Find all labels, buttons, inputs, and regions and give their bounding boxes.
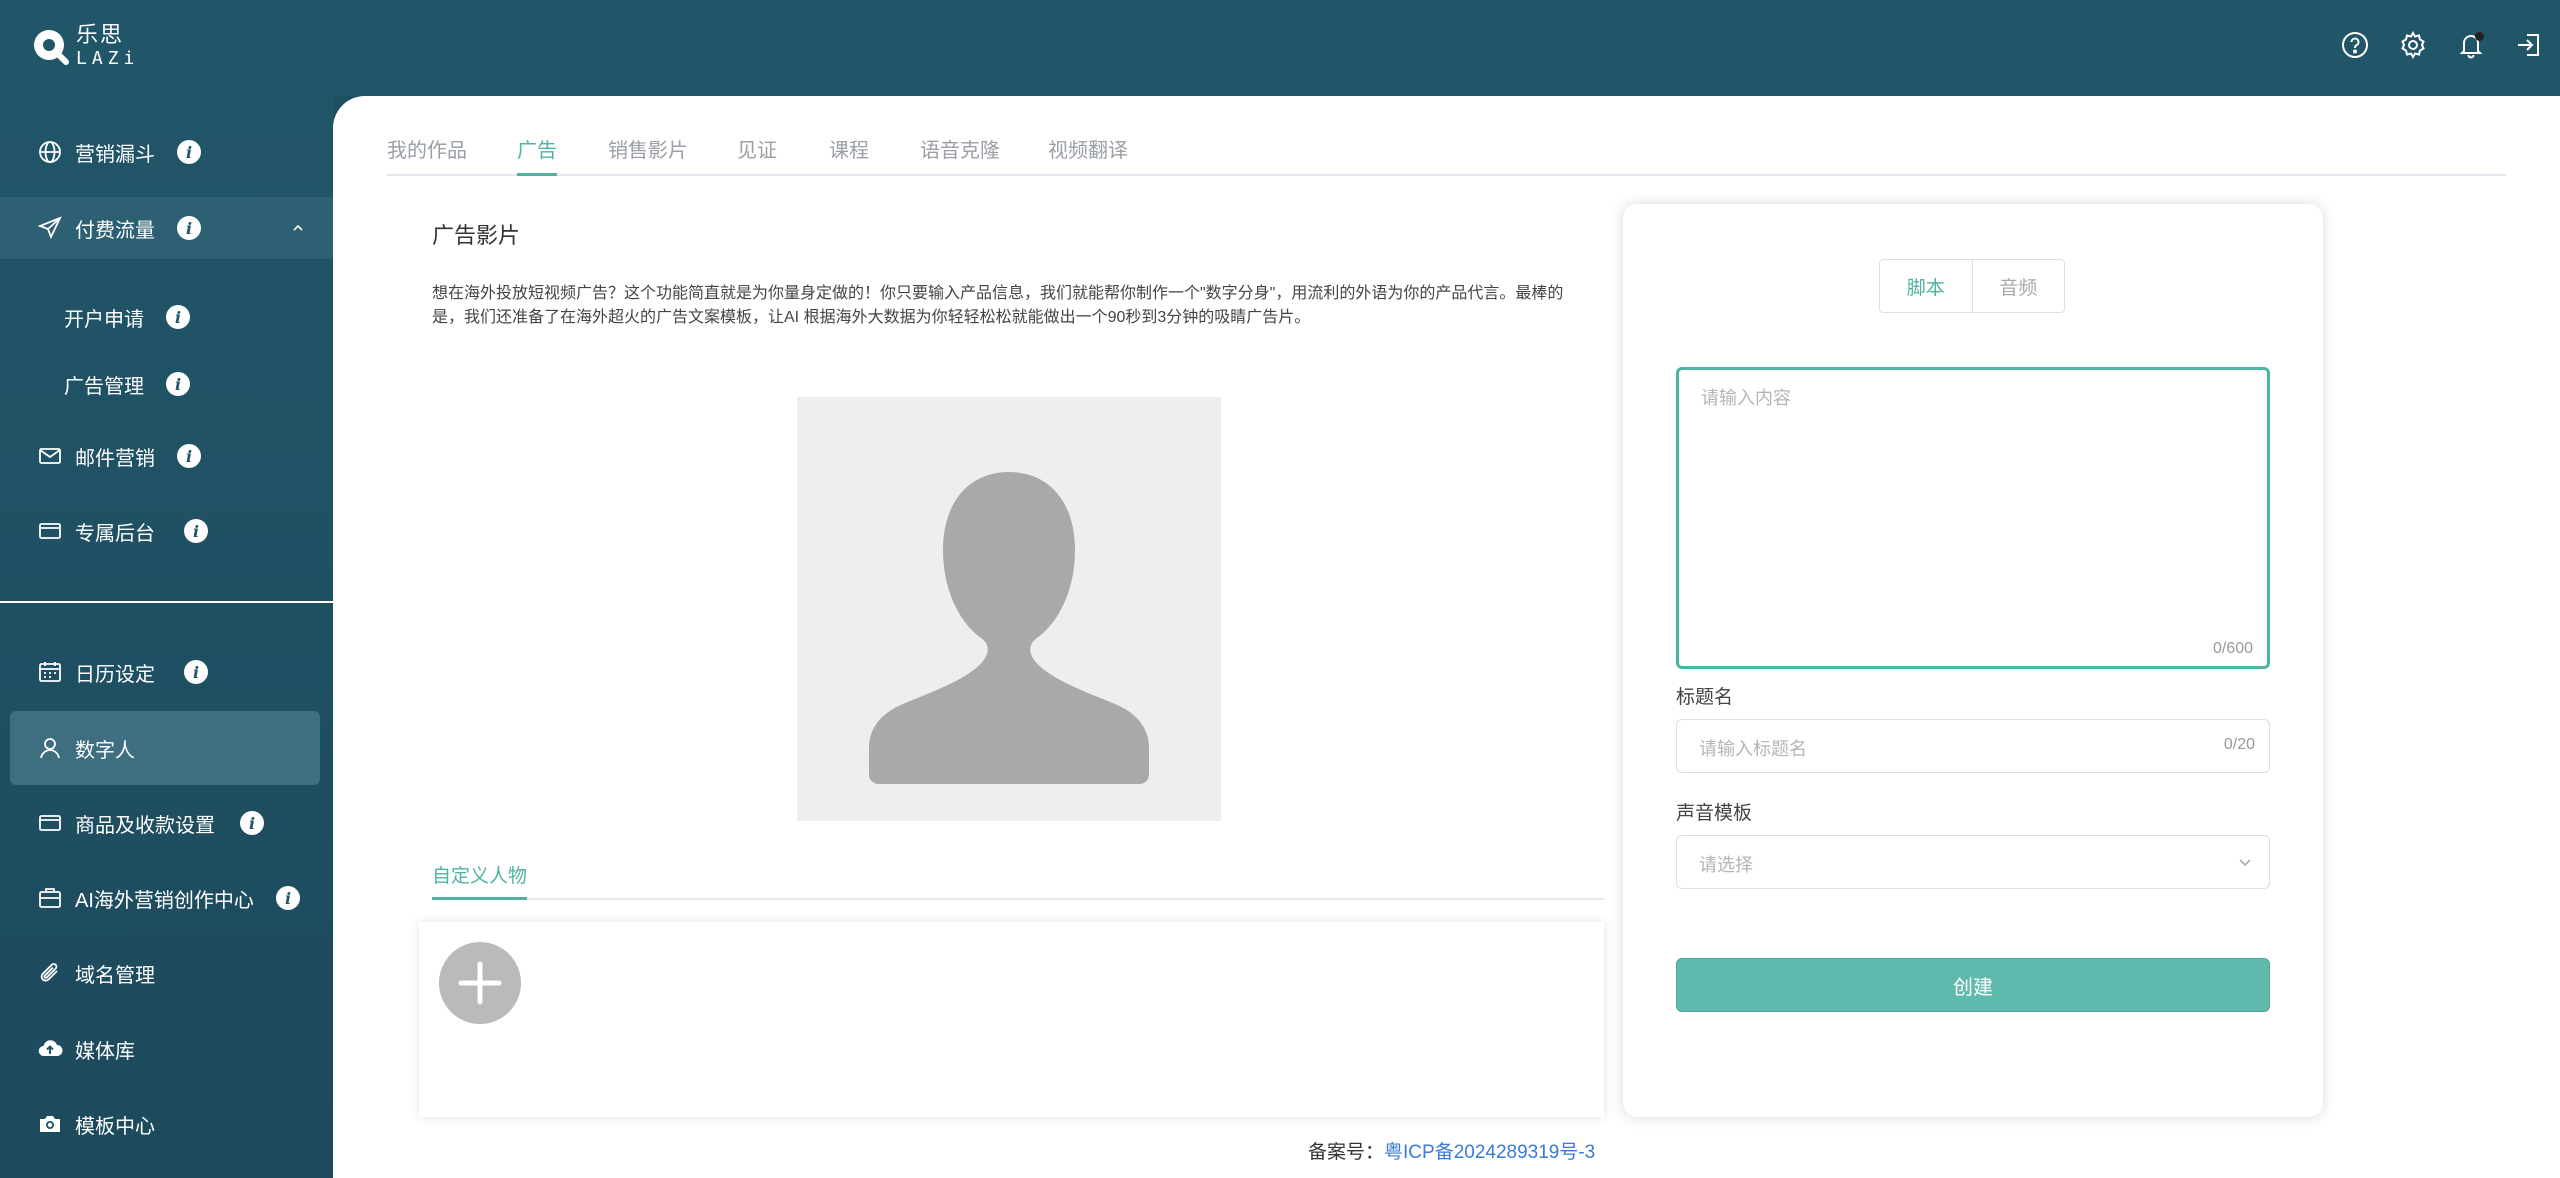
sidebar-item-paid-traffic[interactable]: 付费流量 i [0, 197, 333, 259]
logo-icon [34, 30, 69, 65]
tab-ads[interactable]: 广告 [517, 136, 557, 176]
info-icon[interactable]: i [177, 140, 201, 164]
sidebar-item-domain-management[interactable]: 域名管理 [0, 941, 333, 1005]
person-silhouette-icon [869, 472, 1149, 784]
briefcase-icon [37, 885, 63, 911]
voice-template-select[interactable]: 请选择 [1676, 835, 2270, 889]
sidebar-item-label: 域名管理 [75, 964, 155, 987]
chevron-up-icon[interactable] [288, 218, 308, 238]
logout-icon[interactable] [2512, 28, 2546, 62]
brand-name-cn: 乐思 [76, 22, 125, 47]
user-icon [37, 735, 63, 761]
main-panel: 我的作品 广告 销售影片 见证 课程 语音克隆 视频翻译 广告影片 想在海外投放… [333, 96, 2560, 1178]
sidebar-item-ai-creation-center[interactable]: AI海外营销创作中心 i [0, 866, 333, 930]
sidebar-item-label: 商品及收款设置 [75, 814, 215, 837]
sidebar-item-label: 专属后台 [75, 522, 155, 545]
script-textarea[interactable]: 请输入内容 0/600 [1676, 367, 2270, 669]
info-icon[interactable]: i [166, 305, 190, 329]
section-title: 广告影片 [432, 223, 521, 248]
custom-character-area [419, 922, 1604, 1117]
select-placeholder: 请选择 [1699, 855, 1753, 875]
tab-bar: 我的作品 广告 销售影片 见证 课程 语音克隆 视频翻译 [387, 136, 2506, 176]
cloud-upload-icon [37, 1036, 63, 1062]
camera-icon [37, 1111, 63, 1137]
sidebar-item-media-library[interactable]: 媒体库 [0, 1017, 333, 1081]
mail-icon [37, 443, 63, 469]
notification-dot [2475, 32, 2484, 41]
help-icon[interactable] [2338, 28, 2372, 62]
sidebar-item-digital-human[interactable]: 数字人 [10, 711, 320, 785]
create-button[interactable]: 创建 [1676, 958, 2270, 1012]
custom-character-tabbar: 自定义人物 [432, 864, 1604, 900]
sidebar-item-label: 营销漏斗 [75, 143, 155, 166]
sidebar-item-template-center[interactable]: 模板中心 [0, 1092, 333, 1156]
settings-icon[interactable] [2396, 28, 2430, 62]
sidebar-item-account-application[interactable]: 开户申请 i [0, 285, 333, 349]
sidebar-item-label: 付费流量 [75, 219, 155, 242]
brand-name-en: LAZi [76, 48, 140, 69]
tab-custom-character[interactable]: 自定义人物 [432, 864, 528, 900]
info-icon[interactable]: i [184, 519, 208, 543]
tab-my-works[interactable]: 我的作品 [387, 136, 467, 176]
tab-courses[interactable]: 课程 [829, 136, 869, 176]
card-icon [37, 810, 63, 836]
title-label: 标题名 [1676, 687, 1734, 708]
title-input[interactable]: 请输入标题名 0/20 [1676, 719, 2270, 773]
sidebar-item-ad-management[interactable]: 广告管理 i [0, 352, 333, 416]
sidebar-item-exclusive-backend[interactable]: 专属后台 i [0, 499, 333, 563]
title-counter: 0/20 [2223, 736, 2255, 753]
sidebar-item-label: 数字人 [75, 739, 135, 762]
calendar-icon [37, 659, 63, 685]
ad-form-card: 脚本 音频 请输入内容 0/600 标题名 请输入标题名 0/20 声音模板 请… [1623, 204, 2323, 1117]
sidebar-item-label: 媒体库 [75, 1040, 135, 1063]
info-icon[interactable]: i [177, 216, 201, 240]
sidebar: 营销漏斗 i 付费流量 i 开户申请 i 广告管理 i 邮件营销 i 专属后台 … [0, 96, 333, 1178]
info-icon[interactable]: i [166, 372, 190, 396]
tab-video-translate[interactable]: 视频翻译 [1048, 136, 1128, 176]
footer: 备案号：粤ICP备2024289319号-3 [1308, 1137, 1595, 1164]
voice-template-label: 声音模板 [1676, 803, 1753, 824]
sidebar-item-email-marketing[interactable]: 邮件营销 i [0, 424, 333, 488]
plus-icon [458, 961, 502, 1005]
section-description: 想在海外投放短视频广告？这个功能简直就是为你量身定做的！你只要输入产品信息，我们… [432, 285, 1564, 326]
segment-script[interactable]: 脚本 [1880, 260, 1973, 312]
card-icon [37, 518, 63, 544]
paper-plane-icon [37, 215, 63, 241]
footer-prefix: 备案号： [1308, 1142, 1385, 1163]
info-icon[interactable]: i [184, 660, 208, 684]
info-icon[interactable]: i [240, 811, 264, 835]
sidebar-item-label: 开户申请 [64, 308, 144, 331]
chevron-down-icon [2239, 859, 2251, 867]
title-placeholder: 请输入标题名 [1699, 739, 1807, 759]
mode-switch: 脚本 音频 [1879, 259, 2065, 313]
sidebar-item-label: 日历设定 [75, 663, 155, 686]
tab-voice-clone[interactable]: 语音克隆 [920, 136, 1000, 176]
avatar-placeholder [797, 397, 1221, 821]
textarea-counter: 0/600 [2212, 640, 2253, 657]
sidebar-item-calendar[interactable]: 日历设定 i [0, 640, 333, 704]
textarea-placeholder: 请输入内容 [1701, 388, 1791, 408]
paperclip-icon [37, 960, 63, 986]
sidebar-item-label: 广告管理 [64, 375, 144, 398]
add-character-button[interactable] [439, 942, 521, 1024]
sidebar-item-label: AI海外营销创作中心 [75, 889, 254, 912]
sidebar-item-product-payment[interactable]: 商品及收款设置 i [0, 791, 333, 855]
info-icon[interactable]: i [177, 444, 201, 468]
brand-logo[interactable]: 乐思 LAZi [30, 24, 139, 68]
top-bar: 乐思 LAZi [0, 0, 2560, 96]
sidebar-item-label: 模板中心 [75, 1115, 155, 1138]
bell-icon[interactable] [2454, 28, 2488, 62]
sidebar-item-label: 邮件营销 [75, 447, 155, 470]
tab-testimonials[interactable]: 见证 [737, 136, 777, 176]
globe-icon [37, 139, 63, 165]
tab-sales-videos[interactable]: 销售影片 [608, 136, 688, 176]
segment-audio[interactable]: 音频 [1973, 260, 2065, 312]
sidebar-divider [0, 601, 333, 603]
info-icon[interactable]: i [276, 886, 300, 910]
icp-link[interactable]: 粤ICP备2024289319号-3 [1384, 1142, 1595, 1163]
sidebar-item-marketing-funnel[interactable]: 营销漏斗 i [0, 120, 333, 184]
